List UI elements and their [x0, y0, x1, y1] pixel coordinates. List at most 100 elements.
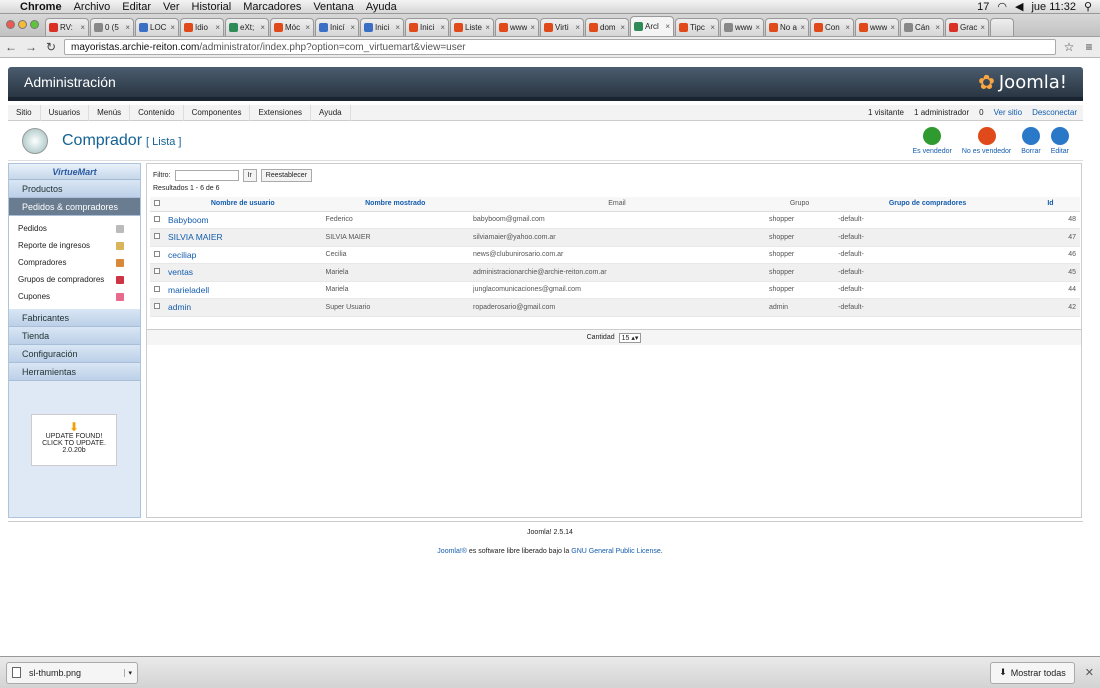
sidebar-item[interactable]: Herramientas [9, 363, 140, 381]
column-header[interactable]: Grupo [764, 197, 835, 212]
filter-input[interactable] [174, 170, 239, 181]
toolbar-button[interactable]: Borrar [1021, 126, 1041, 155]
close-tab-icon[interactable]: × [395, 23, 400, 32]
menu-chrome[interactable]: Chrome [20, 1, 62, 13]
username-link[interactable]: ceciliap [164, 246, 322, 264]
minimize-window-icon[interactable] [18, 20, 27, 29]
username-link[interactable]: ventas [164, 263, 322, 282]
filter-go-button[interactable]: Ir [242, 169, 257, 182]
bookmark-star-icon[interactable]: ☆ [1062, 40, 1076, 54]
close-tab-icon[interactable]: × [260, 23, 265, 32]
column-header[interactable]: Id [1020, 197, 1080, 212]
row-checkbox[interactable] [154, 215, 160, 222]
row-checkbox[interactable] [154, 285, 160, 292]
back-icon[interactable]: ← [4, 40, 18, 54]
browser-tab[interactable]: Idio × [180, 18, 224, 36]
close-tab-icon[interactable]: × [440, 23, 445, 32]
row-checkbox[interactable] [154, 303, 160, 310]
row-checkbox[interactable] [154, 250, 160, 257]
browser-tab[interactable]: Grac × [945, 18, 989, 36]
browser-tab[interactable]: 0 (5 × [90, 18, 134, 36]
admin-menu-item[interactable]: Usuarios [41, 104, 90, 121]
close-tab-icon[interactable]: × [575, 23, 580, 32]
close-tab-icon[interactable]: × [620, 23, 625, 32]
toolbar-button[interactable]: No es vendedor [962, 126, 1011, 155]
close-tab-icon[interactable]: × [935, 23, 940, 32]
spotlight-icon[interactable]: ⚲ [1084, 0, 1092, 13]
admin-menu-item[interactable]: Extensiones [250, 104, 312, 121]
menu-1[interactable]: Editar [122, 1, 151, 13]
browser-tab[interactable]: Liste × [450, 18, 494, 36]
close-tab-icon[interactable]: × [80, 23, 85, 32]
sidebar-item[interactable]: Configuración [9, 345, 140, 363]
menu-0[interactable]: Archivo [74, 1, 111, 13]
view-site-link[interactable]: Ver sitio [994, 108, 1022, 117]
volume-icon[interactable]: ◀ [1015, 0, 1023, 13]
browser-tab[interactable]: No a × [765, 18, 809, 36]
close-tab-icon[interactable]: × [755, 23, 760, 32]
column-header[interactable]: Grupo de compradores [834, 197, 1021, 212]
filter-reset-button[interactable]: Reestablecer [260, 169, 313, 182]
sidebar-subitem[interactable]: Grupos de compradores [9, 271, 140, 288]
reload-icon[interactable]: ↻ [44, 40, 58, 54]
sidebar-item[interactable]: Fabricantes [9, 309, 140, 327]
browser-tab[interactable]: Arcl × [630, 16, 674, 36]
browser-tab[interactable]: www × [495, 18, 539, 36]
close-tab-icon[interactable]: × [530, 23, 535, 32]
browser-tab[interactable]: www × [855, 18, 899, 36]
close-tab-icon[interactable]: × [800, 23, 805, 32]
logout-link[interactable]: Desconectar [1032, 108, 1077, 117]
menu-icon[interactable]: ≡ [1082, 40, 1096, 54]
browser-tab[interactable]: Virti × [540, 18, 584, 36]
zoom-window-icon[interactable] [30, 20, 39, 29]
close-window-icon[interactable] [6, 20, 15, 29]
browser-tab[interactable]: www × [720, 18, 764, 36]
admin-menu-item[interactable]: Sitio [8, 104, 41, 121]
username-link[interactable]: Babyboom [164, 211, 322, 229]
sidebar-item[interactable]: Tienda [9, 327, 140, 345]
forward-icon[interactable]: → [24, 40, 38, 54]
close-tab-icon[interactable]: × [350, 23, 355, 32]
menu-5[interactable]: Ventana [313, 1, 353, 13]
sidebar-subitem[interactable]: Reporte de ingresos [9, 237, 140, 254]
browser-tab[interactable]: LOC × [135, 18, 179, 36]
browser-tab[interactable]: Inici × [360, 18, 404, 36]
browser-tab[interactable]: Inici × [405, 18, 449, 36]
menu-2[interactable]: Ver [163, 1, 180, 13]
close-tab-icon[interactable]: × [665, 22, 670, 31]
sidebar-subitem[interactable]: Compradores [9, 254, 140, 271]
toolbar-button[interactable]: Es vendedor [913, 126, 952, 155]
browser-tab[interactable]: RV: × [45, 18, 89, 36]
close-tab-icon[interactable]: × [305, 23, 310, 32]
sidebar-item[interactable]: Productos [9, 180, 140, 198]
browser-tab[interactable]: Inicí × [315, 18, 359, 36]
sidebar-subitem[interactable]: Pedidos [9, 220, 140, 237]
close-tab-icon[interactable]: × [980, 23, 985, 32]
close-tab-icon[interactable]: × [710, 23, 715, 32]
browser-tab[interactable]: Móc × [270, 18, 314, 36]
select-all-checkbox[interactable] [154, 199, 160, 206]
new-tab-button[interactable] [990, 18, 1014, 36]
close-tab-icon[interactable]: × [170, 23, 175, 32]
close-tab-icon[interactable]: × [845, 23, 850, 32]
close-tab-icon[interactable]: × [485, 23, 490, 32]
toolbar-button[interactable]: Editar [1051, 126, 1069, 155]
messages-count[interactable]: 0 [979, 108, 983, 117]
download-item[interactable]: sl-thumb.png ▾ [6, 661, 138, 684]
row-checkbox[interactable] [154, 233, 160, 240]
row-checkbox[interactable] [154, 268, 160, 275]
admin-menu-item[interactable]: Menús [89, 104, 131, 121]
clock[interactable]: jue 11:32 [1031, 1, 1075, 13]
wifi-icon[interactable]: ◠ [997, 0, 1007, 13]
browser-tab[interactable]: Tipc × [675, 18, 719, 36]
column-header[interactable]: Nombre de usuario [164, 197, 322, 212]
sidebar-subitem[interactable]: Cupones [9, 288, 140, 305]
browser-tab[interactable]: Cán × [900, 18, 944, 36]
admin-menu-item[interactable]: Componentes [184, 104, 251, 121]
page-size-select[interactable]: 15 ▴▾ [618, 332, 642, 343]
column-header[interactable]: Email [469, 197, 765, 212]
joomla-link[interactable]: Joomla!® [437, 548, 467, 555]
close-tab-icon[interactable]: × [215, 23, 220, 32]
address-bar[interactable]: mayoristas.archie-reiton.com/administrat… [64, 39, 1056, 55]
admin-menu-item[interactable]: Ayuda [311, 104, 351, 121]
